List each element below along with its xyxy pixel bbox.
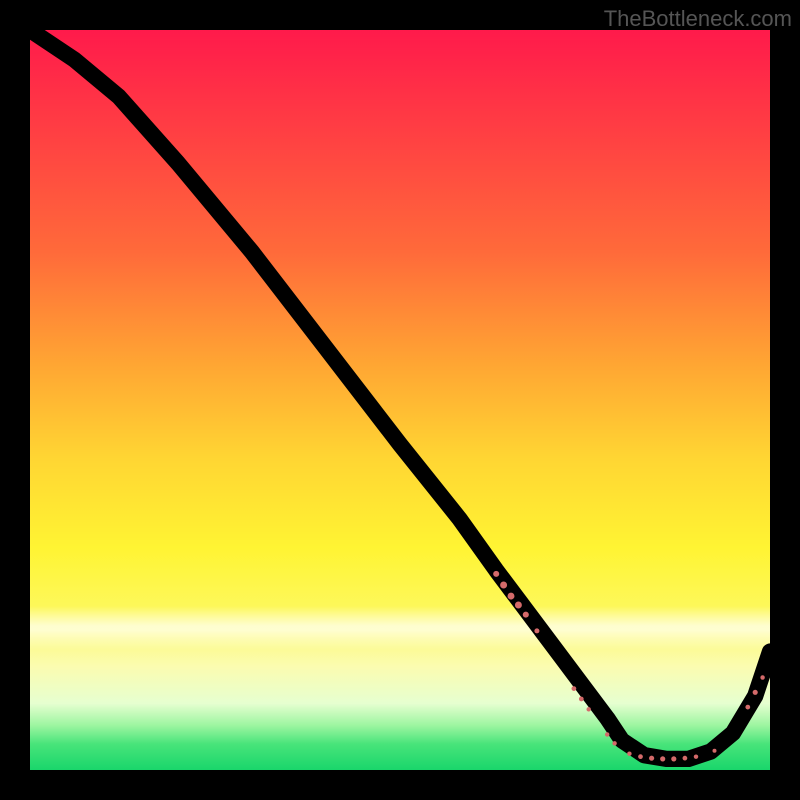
data-point [500, 582, 507, 589]
data-point [760, 675, 764, 679]
data-point [745, 705, 750, 710]
data-point [605, 732, 609, 736]
data-point [713, 749, 717, 753]
data-point [638, 754, 643, 759]
data-point [586, 707, 590, 711]
data-point [627, 752, 631, 756]
data-point [683, 756, 688, 761]
data-point [572, 686, 577, 691]
curve-svg [30, 30, 770, 770]
data-point [694, 754, 698, 758]
chart-frame: TheBottleneck.com [0, 0, 800, 800]
plot-area [30, 30, 770, 770]
data-point [671, 756, 676, 761]
data-point [523, 612, 529, 618]
data-point [753, 690, 758, 695]
data-point [579, 697, 584, 702]
data-point [493, 571, 499, 577]
data-point [649, 756, 654, 761]
data-point [660, 756, 665, 761]
bottleneck-curve [30, 30, 770, 759]
data-point [612, 741, 616, 745]
data-point [508, 593, 515, 600]
data-point [515, 602, 522, 609]
data-point [534, 628, 539, 633]
watermark-text: TheBottleneck.com [604, 6, 792, 32]
